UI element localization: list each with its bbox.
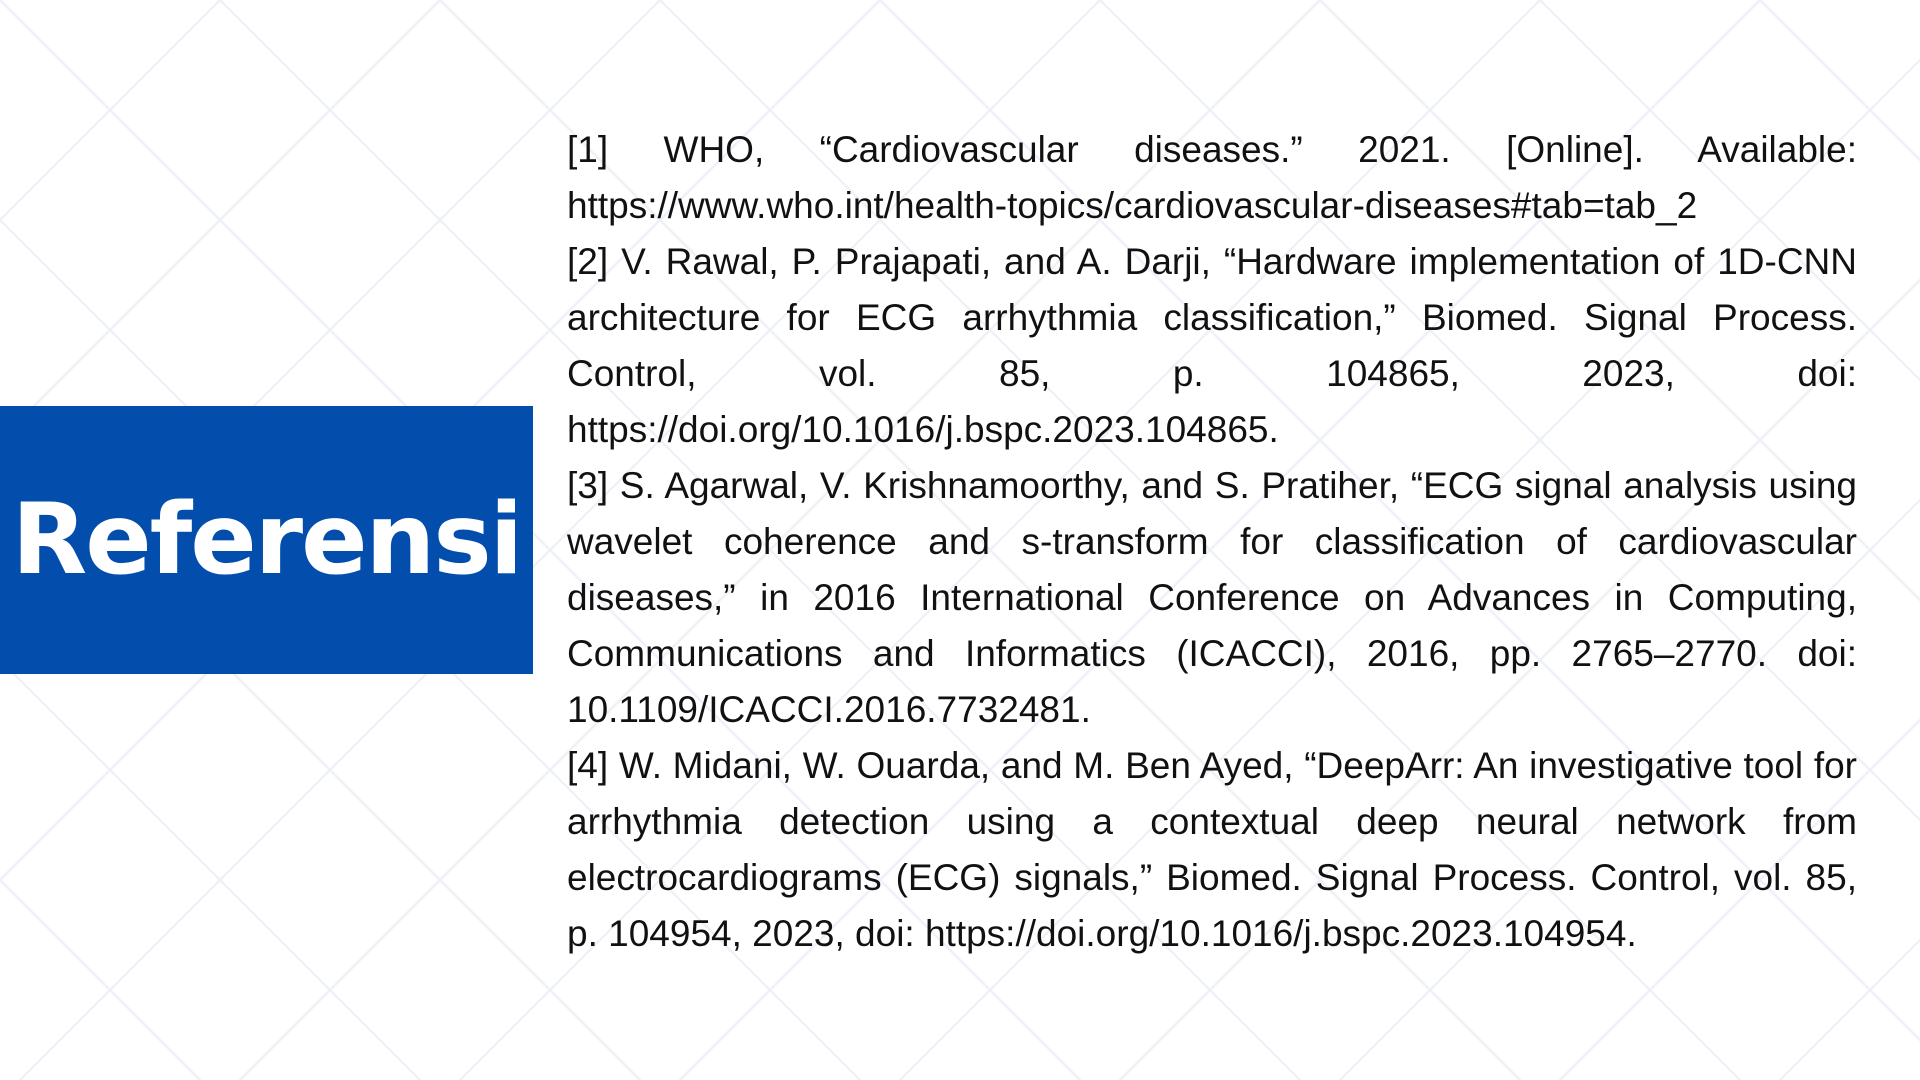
- reference-item-1: [1] WHO, “Cardiovascular diseases.” 2021…: [567, 129, 1857, 226]
- reference-item-3: [3] S. Agarwal, V. Krishnamoorthy, and S…: [567, 465, 1857, 730]
- title-panel: Referensi: [0, 406, 533, 674]
- reference-item-4: [4] W. Midani, W. Ouarda, and M. Ben Aye…: [567, 745, 1857, 954]
- reference-list: [1] WHO, “Cardiovascular diseases.” 2021…: [567, 122, 1857, 962]
- reference-item-2: [2] V. Rawal, P. Prajapati, and A. Darji…: [567, 241, 1857, 450]
- slide: Referensi [1] WHO, “Cardiovascular disea…: [0, 0, 1920, 1080]
- page-title: Referensi: [11, 483, 524, 597]
